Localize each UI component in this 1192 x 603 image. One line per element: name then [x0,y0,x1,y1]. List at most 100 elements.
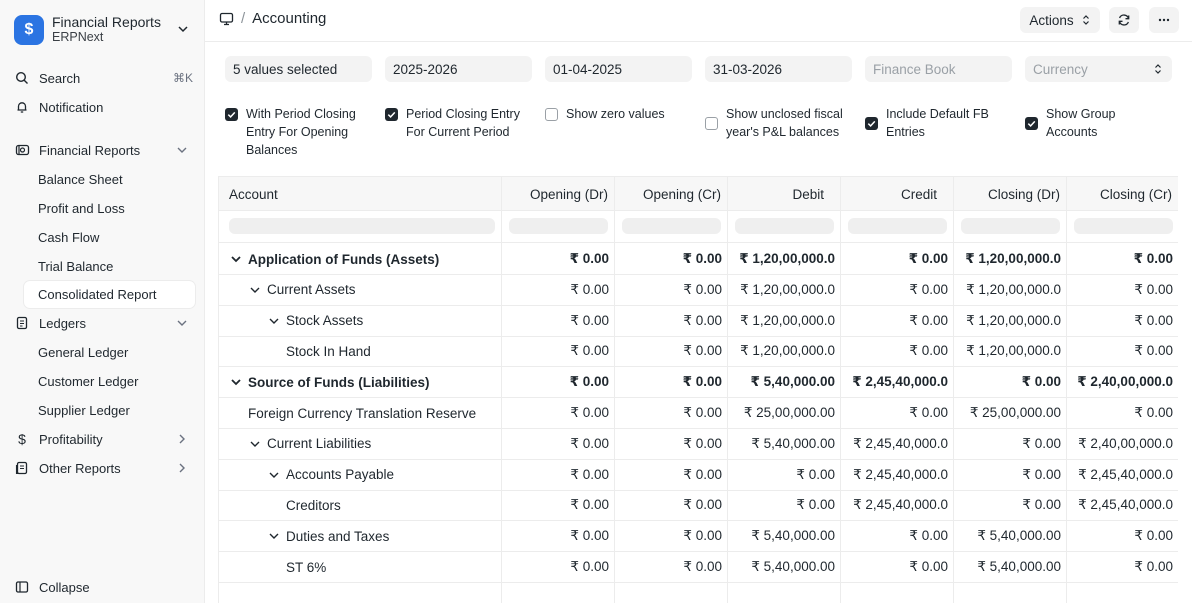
account-cell[interactable]: Duties and Taxes [219,521,502,551]
sidebar-group-ledgers[interactable]: Ledgers [8,310,197,336]
chevron-down-icon[interactable] [248,283,262,297]
refresh-button[interactable] [1109,7,1139,33]
amount-cell: ₹ 1,20,00,000.0 [966,343,1061,359]
sidebar-item-customer-ledger[interactable]: Customer Ledger [24,368,195,395]
checkbox-checked-icon[interactable] [1025,117,1038,130]
table-row[interactable]: Foreign Currency Translation Reserve ₹ 0.… [219,398,1178,429]
column-filter-input[interactable] [961,218,1060,234]
checkbox-unchecked-icon[interactable] [545,108,558,121]
sidebar-item-supplier-ledger[interactable]: Supplier Ledger [24,397,195,424]
checkbox-period-closing-opening[interactable]: With Period Closing Entry For Opening Bala… [225,105,375,159]
finance-book-filter[interactable]: Finance Book [865,56,1012,82]
to-date-filter[interactable]: 31-03-2026 [705,56,852,82]
account-cell[interactable]: Stock Assets [219,306,502,336]
app-switcher[interactable]: $ Financial Reports ERPNext [14,12,194,48]
table-row[interactable]: Stock In Hand ₹ 0.00 ₹ 0.00 ₹ 1,20,00,000.0… [219,336,1178,368]
account-cell[interactable]: Foreign Currency Translation Reserve [219,398,502,428]
checkbox-checked-icon[interactable] [385,108,398,121]
fiscal-year-filter[interactable]: 2025-2026 [385,56,532,82]
chevron-down-icon[interactable] [229,375,243,389]
chevron-down-icon[interactable] [229,252,243,266]
amount-cell: ₹ 0.00 [570,559,609,574]
sidebar-group-profitability[interactable]: $ Profitability [8,426,197,452]
amount-cell: ₹ 2,45,40,000.0 [853,466,948,482]
collapse-icon [14,579,30,595]
column-header-opening-cr[interactable]: Opening (Cr) [615,177,728,211]
amount-cell: ₹ 0.00 [570,466,609,482]
sidebar-group-financial-reports[interactable]: Financial Reports [8,137,197,163]
sidebar-item-general-ledger[interactable]: General Ledger [24,339,195,366]
checkbox-period-closing-current[interactable]: Period Closing Entry For Current Period [385,105,535,141]
sidebar-item-consolidated-report[interactable]: Consolidated Report [24,281,195,308]
company-filter[interactable]: 5 values selected [225,56,372,82]
checkbox-checked-icon[interactable] [865,117,878,130]
sidebar-group-other-reports[interactable]: Other Reports [8,455,197,481]
account-name: Accounts Payable [286,467,395,483]
account-cell[interactable]: Application of Funds (Assets) [219,244,502,274]
table-row[interactable]: Current Liabilities ₹ 0.00 ₹ 0.00 ₹ 5,40,00… [219,429,1178,460]
account-cell[interactable]: Accounts Payable [219,460,502,490]
table-row[interactable]: Current Assets ₹ 0.00 ₹ 0.00 ₹ 1,20,00,000.… [219,275,1178,306]
account-cell[interactable]: Current Liabilities [219,429,502,459]
currency-select[interactable]: Currency [1025,56,1172,82]
search-icon [14,70,30,86]
table-row[interactable]: Accounts Payable ₹ 0.00 ₹ 0.00 ₹ 0.00 ₹ 2,45… [219,460,1178,491]
checkbox-include-default-fb[interactable]: Include Default FB Entries [865,105,1015,141]
column-header-debit[interactable]: Debit [728,177,841,211]
search-shortcut: ⌘K [172,71,193,85]
amount-cell: ₹ 0.00 [683,435,722,451]
column-header-closing-dr[interactable]: Closing (Dr) [954,177,1067,211]
table-row[interactable]: Application of Funds (Assets) ₹ 0.00 ₹ 0.0… [219,244,1178,275]
table-row[interactable]: Duties and Taxes ₹ 0.00 ₹ 0.00 ₹ 5,40,000.0… [219,521,1178,553]
amount-cell: ₹ 0.00 [1134,312,1173,328]
column-header-account[interactable]: Account [219,177,502,211]
checkbox-checked-icon[interactable] [225,108,238,121]
search-button[interactable]: Search ⌘K [8,65,197,91]
account-cell[interactable]: Stock In Hand [219,336,502,366]
amount-cell: ₹ 0.00 [1022,466,1061,482]
sidebar-item-trial-balance[interactable]: Trial Balance [24,253,195,280]
more-options-button[interactable] [1149,7,1179,33]
column-filter-input[interactable] [229,218,495,234]
checkbox-show-zero-values[interactable]: Show zero values [545,105,695,123]
column-header-closing-cr[interactable]: Closing (Cr) [1067,177,1178,211]
account-cell[interactable]: Source of Funds (Liabilities) [219,367,502,397]
column-filter-input[interactable] [735,218,834,234]
chevron-down-icon[interactable] [267,529,281,543]
column-filter-input[interactable] [509,218,608,234]
column-header-credit[interactable]: Credit [841,177,954,211]
sidebar-item-profit-and-loss[interactable]: Profit and Loss [24,195,195,222]
app-title: Financial Reports [52,14,161,30]
collapse-button[interactable]: Collapse [8,574,197,600]
table-row[interactable]: ST 6% ₹ 0.00 ₹ 0.00 ₹ 5,40,000.00 ₹ 0.00 ₹ 5,… [219,552,1178,583]
sidebar-item-cash-flow[interactable]: Cash Flow [24,224,195,251]
amount-cell: ₹ 0.00 [570,281,609,297]
table-row[interactable]: Creditors ₹ 0.00 ₹ 0.00 ₹ 0.00 ₹ 2,45,40,000… [219,490,1178,522]
breadcrumb-separator: / [241,10,246,27]
account-cell[interactable]: Current Assets [219,275,502,305]
sidebar-item-balance-sheet[interactable]: Balance Sheet [24,166,195,193]
amount-cell: ₹ 1,20,00,000.0 [740,343,835,359]
checkbox-show-group-accounts[interactable]: Show Group Accounts [1025,105,1175,141]
column-filter-input[interactable] [1074,218,1173,234]
table-row[interactable]: Source of Funds (Liabilities) ₹ 0.00 ₹ 0.0… [219,367,1178,399]
checkbox-unchecked-icon[interactable] [705,117,718,130]
notification-button[interactable]: Notification [8,94,197,120]
amount-cell: ₹ 0.00 [909,405,948,420]
chevron-down-icon[interactable] [248,437,262,451]
column-header-opening-dr[interactable]: Opening (Dr) [502,177,615,211]
column-filter-input[interactable] [622,218,721,234]
checkbox-show-unclosed-pl[interactable]: Show unclosed fiscal year's P&L balances [705,105,860,141]
amount-cell: ₹ 0.00 [570,405,609,420]
amount-cell: ₹ 0.00 [909,281,948,297]
column-filter-input[interactable] [848,218,947,234]
actions-button[interactable]: Actions [1020,7,1100,33]
chevron-down-icon[interactable] [267,468,281,482]
chevron-down-icon[interactable] [267,314,281,328]
table-row[interactable]: Stock Assets ₹ 0.00 ₹ 0.00 ₹ 1,20,00,000.0 ₹… [219,306,1178,337]
desktop-icon[interactable] [219,12,234,26]
document-icon [14,460,30,476]
account-cell[interactable]: Creditors [219,490,502,520]
account-cell[interactable]: ST 6% [219,552,502,582]
from-date-filter[interactable]: 01-04-2025 [545,56,692,82]
